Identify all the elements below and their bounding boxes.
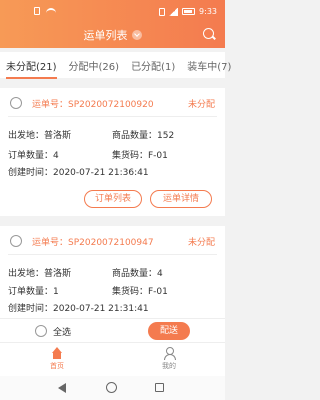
order-list-button[interactable]: 订单列表 xyxy=(84,190,142,208)
tabbar-home[interactable]: 首页 xyxy=(37,347,77,371)
app-header: 运单列表 xyxy=(0,24,225,48)
page-title: 运单列表 xyxy=(83,29,128,42)
search-icon[interactable] xyxy=(202,27,216,41)
tab-loading[interactable]: 装车中(7) xyxy=(181,58,237,73)
back-icon[interactable] xyxy=(58,383,66,393)
waybill-detail-button[interactable]: 运单详情 xyxy=(150,190,212,208)
order-card[interactable]: 运单号：SP2020072100920 未分配 出发地：普洛斯 商品数量：152… xyxy=(0,88,225,216)
user-icon xyxy=(163,347,176,360)
chevron-down-icon xyxy=(131,30,142,40)
status-time: 9:33 xyxy=(199,7,217,16)
tabbar-home-label: 首页 xyxy=(50,362,64,370)
order-quantity: 订单数量：1 xyxy=(8,287,59,297)
tabbar-me[interactable]: 我的 xyxy=(149,347,189,371)
wifi-icon xyxy=(46,7,56,15)
vibrate-icon xyxy=(159,7,166,16)
signal-icon xyxy=(169,7,179,16)
order-card[interactable]: 运单号：SP2020072100947 未分配 出发地：普洛斯 商品数量：4 订… xyxy=(0,226,225,318)
set-code: 集货码：F-01 xyxy=(112,151,168,161)
select-all-radio[interactable] xyxy=(35,325,47,337)
card-divider xyxy=(8,116,217,117)
tab-assigning[interactable]: 分配中(26) xyxy=(63,58,126,73)
order-quantity: 订单数量：4 xyxy=(8,151,59,161)
set-code: 集货码：F-01 xyxy=(112,287,168,297)
tabbar-me-label: 我的 xyxy=(162,362,176,370)
origin: 出发地：普洛斯 xyxy=(8,131,72,141)
home-icon xyxy=(51,347,63,359)
order-select-radio[interactable] xyxy=(10,97,22,109)
select-all-label[interactable]: 全选 xyxy=(53,325,71,338)
order-status: 未分配 xyxy=(187,238,215,248)
home-circle-icon[interactable] xyxy=(106,382,117,393)
origin: 出发地：普洛斯 xyxy=(8,269,72,279)
bottom-action-bar: 全选 配送 xyxy=(0,318,225,342)
sim-icon xyxy=(34,7,40,15)
bottom-tab-bar: 首页 我的 xyxy=(0,342,225,376)
dispatch-button[interactable]: 配送 xyxy=(148,322,190,340)
order-number: 运单号：SP2020072100947 xyxy=(32,238,154,248)
goods-quantity: 商品数量：152 xyxy=(112,131,175,141)
status-bar: 9:33 xyxy=(0,0,225,24)
created-time: 创建时间：2020-07-21 21:31:41 xyxy=(8,304,149,314)
order-select-radio[interactable] xyxy=(10,235,22,247)
tab-unassigned[interactable]: 未分配(21) xyxy=(0,58,63,79)
title-dropdown[interactable]: 运单列表 xyxy=(84,27,142,43)
created-time: 创建时间：2020-07-21 21:36:41 xyxy=(8,168,149,178)
card-divider xyxy=(8,254,217,255)
tab-assigned[interactable]: 已分配(1) xyxy=(125,58,181,73)
system-nav-bar xyxy=(0,376,225,400)
recent-apps-icon[interactable] xyxy=(155,383,164,392)
order-number: 运单号：SP2020072100920 xyxy=(32,100,154,110)
goods-quantity: 商品数量：4 xyxy=(112,269,163,279)
status-tabs: 未分配(21) 分配中(26) 已分配(1) 装车中(7) xyxy=(0,52,231,79)
order-status: 未分配 xyxy=(187,100,215,110)
battery-icon xyxy=(182,8,196,15)
